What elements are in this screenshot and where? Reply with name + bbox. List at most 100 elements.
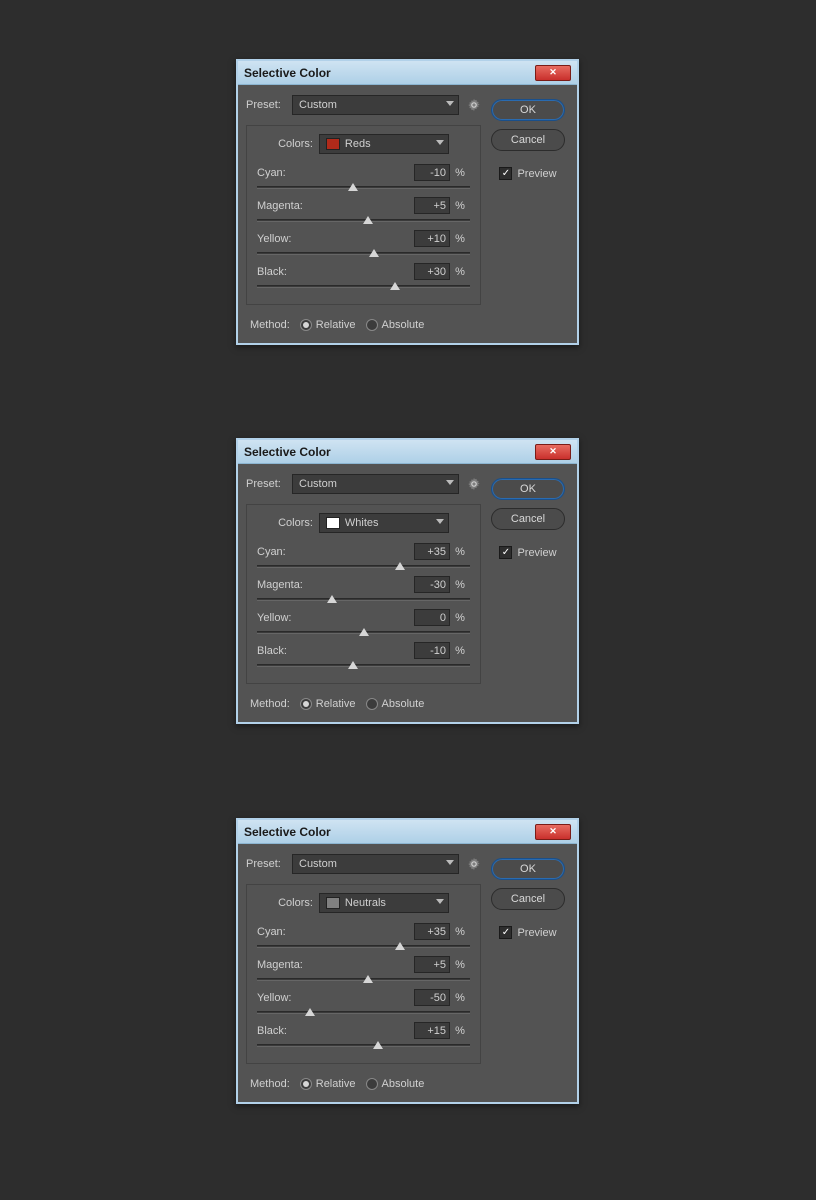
channel-slider[interactable] [257, 219, 470, 222]
channel-value-input[interactable]: +10 [414, 230, 450, 247]
slider-thumb[interactable] [327, 595, 337, 603]
colors-fieldset: Colors: Neutrals Cyan: +35 % Ma [246, 884, 481, 1064]
slider-thumb[interactable] [359, 628, 369, 636]
channel-value-input[interactable]: +35 [414, 923, 450, 940]
channel-slider[interactable] [257, 945, 470, 948]
slider-thumb[interactable] [363, 216, 373, 224]
channel-slider[interactable] [257, 186, 470, 189]
selective-color-dialog: Selective Color ✕ Preset: Custom Colors: [236, 818, 579, 1104]
preview-checkbox[interactable]: ✓ Preview [499, 926, 556, 939]
percent-label: % [450, 579, 470, 591]
channel-slider[interactable] [257, 285, 470, 288]
close-button[interactable]: ✕ [535, 444, 571, 460]
preset-dropdown[interactable]: Custom [292, 854, 459, 874]
channel-value-input[interactable]: +5 [414, 956, 450, 973]
gear-icon[interactable] [467, 477, 481, 491]
channel-slider[interactable] [257, 1044, 470, 1047]
slider-thumb[interactable] [363, 975, 373, 983]
channel-row: Black: +15 % [257, 1022, 470, 1047]
gear-icon[interactable] [467, 857, 481, 871]
channel-slider[interactable] [257, 978, 470, 981]
method-label: Method: [250, 698, 290, 710]
close-button[interactable]: ✕ [535, 65, 571, 81]
percent-label: % [450, 167, 470, 179]
method-absolute-radio[interactable]: Absolute [366, 1078, 425, 1090]
preset-value: Custom [299, 99, 337, 111]
preview-checkbox[interactable]: ✓ Preview [499, 546, 556, 559]
cancel-button[interactable]: Cancel [491, 508, 565, 530]
slider-thumb[interactable] [395, 942, 405, 950]
channel-label: Magenta: [257, 200, 414, 212]
method-label: Method: [250, 319, 290, 331]
close-icon: ✕ [549, 67, 557, 78]
colors-dropdown[interactable]: Reds [319, 134, 449, 154]
channel-slider[interactable] [257, 252, 470, 255]
preset-dropdown[interactable]: Custom [292, 95, 459, 115]
radio-icon [300, 698, 312, 710]
ok-button[interactable]: OK [491, 478, 565, 500]
preset-label: Preset: [246, 478, 292, 490]
channel-label: Yellow: [257, 992, 414, 1004]
checkbox-icon: ✓ [499, 167, 512, 180]
radio-label: Relative [316, 1078, 356, 1090]
channel-row: Magenta: -30 % [257, 576, 470, 601]
channel-row: Black: -10 % [257, 642, 470, 667]
method-relative-radio[interactable]: Relative [300, 698, 356, 710]
method-relative-radio[interactable]: Relative [300, 1078, 356, 1090]
radio-icon [366, 319, 378, 331]
preview-checkbox[interactable]: ✓ Preview [499, 167, 556, 180]
channel-slider[interactable] [257, 565, 470, 568]
channel-slider[interactable] [257, 1011, 470, 1014]
radio-icon [366, 698, 378, 710]
channel-value-input[interactable]: -50 [414, 989, 450, 1006]
channel-value-input[interactable]: -10 [414, 642, 450, 659]
channel-slider[interactable] [257, 631, 470, 634]
channel-label: Cyan: [257, 167, 414, 179]
method-absolute-radio[interactable]: Absolute [366, 698, 425, 710]
channel-value-input[interactable]: 0 [414, 609, 450, 626]
colors-dropdown[interactable]: Whites [319, 513, 449, 533]
slider-thumb[interactable] [395, 562, 405, 570]
channel-value-input[interactable]: -30 [414, 576, 450, 593]
method-label: Method: [250, 1078, 290, 1090]
channel-label: Magenta: [257, 579, 414, 591]
slider-thumb[interactable] [348, 661, 358, 669]
channel-value-input[interactable]: +5 [414, 197, 450, 214]
radio-icon [300, 319, 312, 331]
method-relative-radio[interactable]: Relative [300, 319, 356, 331]
slider-thumb[interactable] [390, 282, 400, 290]
slider-thumb[interactable] [305, 1008, 315, 1016]
channel-row: Magenta: +5 % [257, 956, 470, 981]
channel-value-input[interactable]: +15 [414, 1022, 450, 1039]
slider-thumb[interactable] [373, 1041, 383, 1049]
titlebar[interactable]: Selective Color ✕ [238, 820, 577, 844]
channel-slider[interactable] [257, 664, 470, 667]
channel-slider[interactable] [257, 598, 470, 601]
method-absolute-radio[interactable]: Absolute [366, 319, 425, 331]
color-swatch [326, 517, 340, 529]
colors-dropdown[interactable]: Neutrals [319, 893, 449, 913]
cancel-button[interactable]: Cancel [491, 888, 565, 910]
titlebar[interactable]: Selective Color ✕ [238, 61, 577, 85]
slider-thumb[interactable] [348, 183, 358, 191]
checkbox-icon: ✓ [499, 926, 512, 939]
percent-label: % [450, 200, 470, 212]
gear-icon[interactable] [467, 98, 481, 112]
preset-dropdown[interactable]: Custom [292, 474, 459, 494]
ok-button[interactable]: OK [491, 858, 565, 880]
titlebar[interactable]: Selective Color ✕ [238, 440, 577, 464]
channel-value-input[interactable]: +30 [414, 263, 450, 280]
cancel-button[interactable]: Cancel [491, 129, 565, 151]
slider-thumb[interactable] [369, 249, 379, 257]
dialog-title: Selective Color [244, 66, 535, 80]
radio-label: Absolute [382, 698, 425, 710]
channel-value-input[interactable]: -10 [414, 164, 450, 181]
ok-button[interactable]: OK [491, 99, 565, 121]
channel-row: Cyan: -10 % [257, 164, 470, 189]
preset-value: Custom [299, 858, 337, 870]
chevron-down-icon [446, 860, 454, 865]
close-button[interactable]: ✕ [535, 824, 571, 840]
colors-value: Reds [345, 138, 371, 150]
channel-value-input[interactable]: +35 [414, 543, 450, 560]
colors-value: Neutrals [345, 897, 386, 909]
